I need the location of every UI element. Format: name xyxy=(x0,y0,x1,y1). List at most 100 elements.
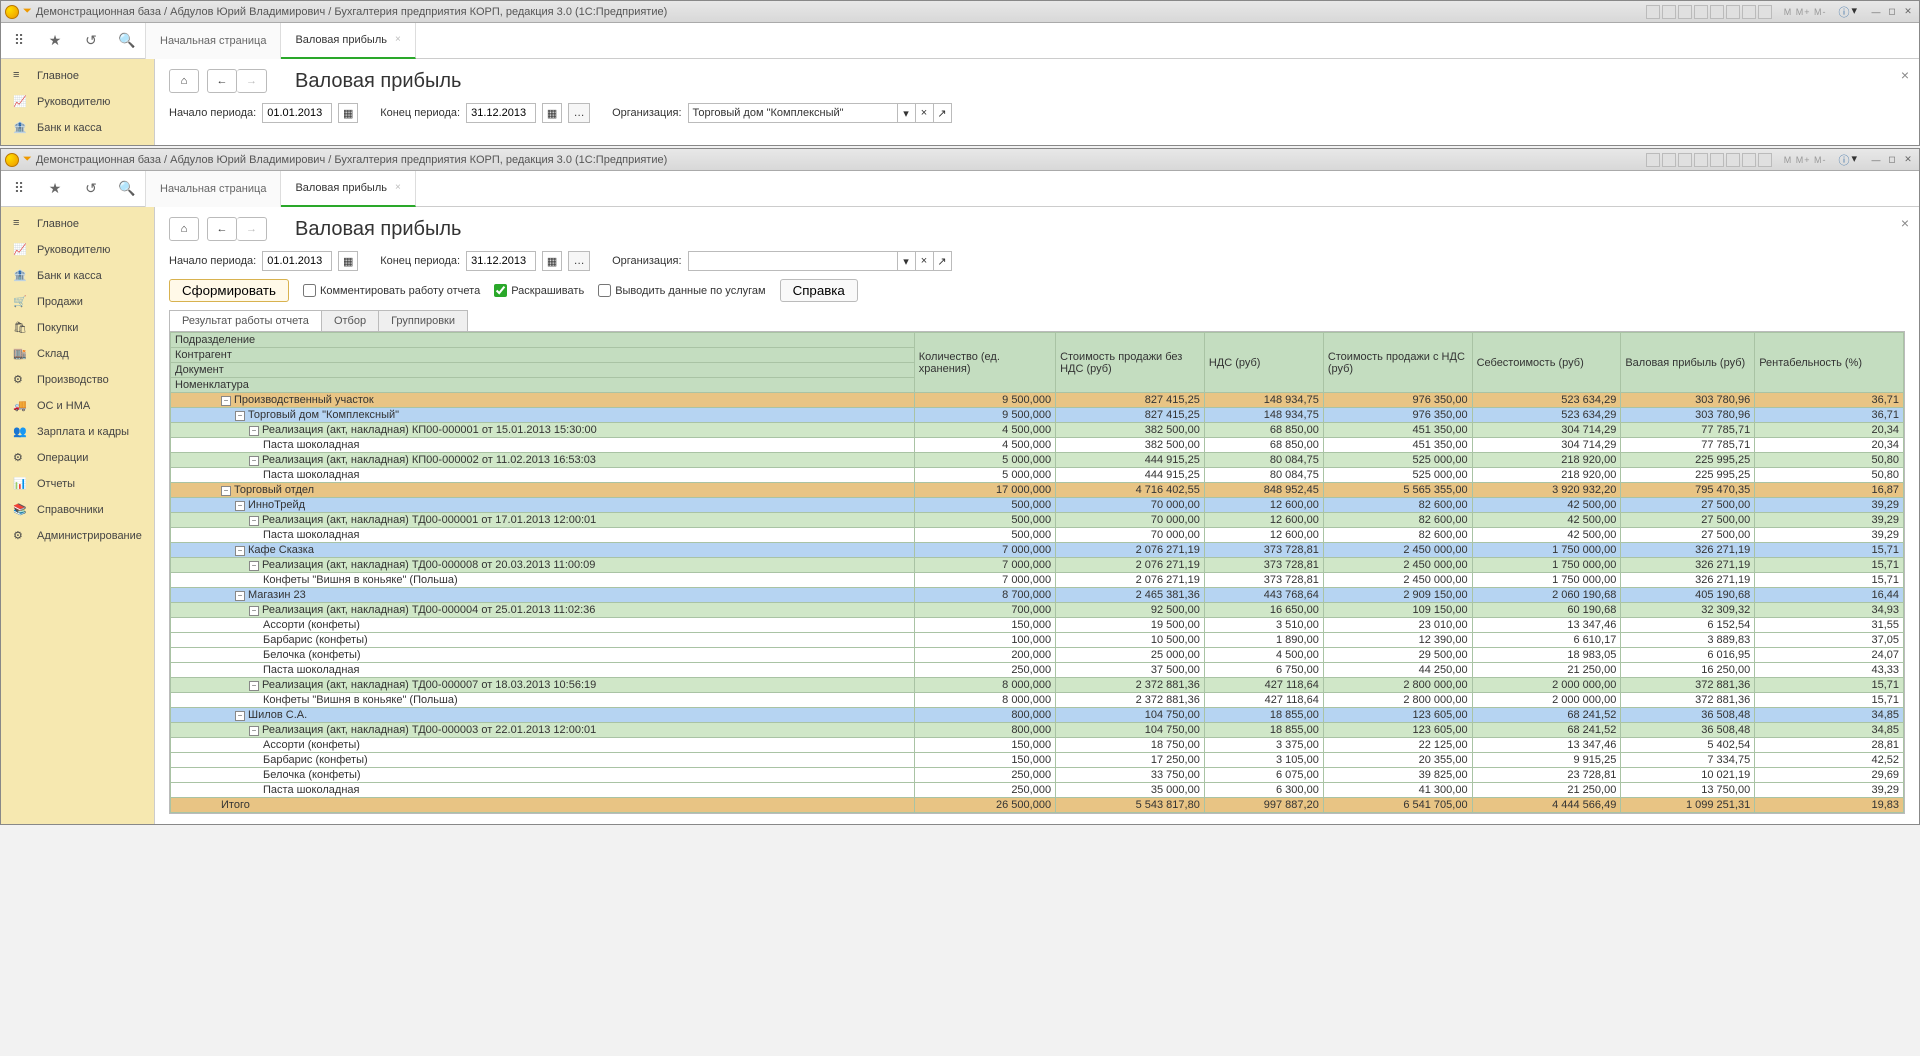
minimize-button[interactable]: — xyxy=(1869,5,1883,19)
toolbar-icon[interactable] xyxy=(1742,153,1756,167)
period-start-input[interactable] xyxy=(262,103,332,123)
table-row[interactable]: Белочка (конфеты)200,00025 000,004 500,0… xyxy=(171,648,1904,663)
table-row[interactable]: Барбарис (конфеты)100,00010 500,001 890,… xyxy=(171,633,1904,648)
period-picker-button[interactable]: … xyxy=(568,103,590,123)
forward-button[interactable]: → xyxy=(237,217,267,241)
period-end-input[interactable] xyxy=(466,103,536,123)
table-row[interactable]: −Реализация (акт, накладная) ТД00-000003… xyxy=(171,723,1904,738)
dropdown-icon[interactable]: ⏷ xyxy=(23,153,32,166)
dropdown-icon[interactable]: ⏷ xyxy=(23,5,32,18)
apps-icon[interactable]: ⠿ xyxy=(1,23,37,59)
tab-gross-profit[interactable]: Валовая прибыль× xyxy=(281,23,415,59)
tab-start[interactable]: Начальная страница xyxy=(146,23,281,59)
period-picker-button[interactable]: … xyxy=(568,251,590,271)
home-button[interactable]: ⌂ xyxy=(169,217,199,241)
sidebar-item[interactable]: 🚚ОС и НМА xyxy=(1,393,154,419)
collapse-icon[interactable]: − xyxy=(221,396,231,406)
collapse-icon[interactable]: − xyxy=(249,681,259,691)
table-row[interactable]: Паста шоколадная250,00037 500,006 750,00… xyxy=(171,663,1904,678)
collapse-icon[interactable]: − xyxy=(235,501,245,511)
toolbar-icon[interactable] xyxy=(1662,153,1676,167)
table-row[interactable]: −Реализация (акт, накладная) ТД00-000007… xyxy=(171,678,1904,693)
collapse-icon[interactable]: − xyxy=(235,411,245,421)
table-row[interactable]: Белочка (конфеты)250,00033 750,006 075,0… xyxy=(171,768,1904,783)
org-open-button[interactable]: ↗ xyxy=(934,103,952,123)
collapse-icon[interactable]: − xyxy=(235,591,245,601)
star-icon[interactable]: ★ xyxy=(37,171,73,207)
sidebar-item[interactable]: ≡Главное xyxy=(1,63,154,89)
sidebar-item[interactable]: 🛍Покупки xyxy=(1,315,154,341)
toolbar-icon[interactable] xyxy=(1710,153,1724,167)
toolbar-icon[interactable] xyxy=(1758,153,1772,167)
calendar-icon[interactable]: ▦ xyxy=(542,103,562,123)
collapse-icon[interactable]: − xyxy=(221,486,231,496)
toolbar-icon[interactable] xyxy=(1678,153,1692,167)
forward-button[interactable]: → xyxy=(237,69,267,93)
toolbar-icon[interactable] xyxy=(1726,5,1740,19)
content-close-icon[interactable]: × xyxy=(1901,67,1909,83)
tab-close-icon[interactable]: × xyxy=(395,182,401,193)
org-dropdown-icon[interactable]: ▾ xyxy=(898,251,916,271)
maximize-button[interactable]: ◻ xyxy=(1885,5,1899,19)
close-button[interactable]: ✕ xyxy=(1901,153,1915,167)
period-start-input[interactable] xyxy=(262,251,332,271)
table-row[interactable]: −Реализация (акт, накладная) ТД00-000004… xyxy=(171,603,1904,618)
collapse-icon[interactable]: − xyxy=(249,561,259,571)
tab-start[interactable]: Начальная страница xyxy=(146,171,281,207)
info-icon[interactable]: ⓘ xyxy=(1838,152,1849,168)
table-row[interactable]: −Торговый дом "Комплексный"9 500,000827 … xyxy=(171,408,1904,423)
apps-icon[interactable]: ⠿ xyxy=(1,171,37,207)
star-icon[interactable]: ★ xyxy=(37,23,73,59)
sidebar-item[interactable]: ⚙Операции xyxy=(1,445,154,471)
toolbar-icon[interactable] xyxy=(1694,153,1708,167)
collapse-icon[interactable]: − xyxy=(249,516,259,526)
table-row[interactable]: −Шилов С.А.800,000104 750,0018 855,00123… xyxy=(171,708,1904,723)
dropdown-caret-icon[interactable]: ▾ xyxy=(1851,4,1857,20)
table-row[interactable]: −Кафе Сказка7 000,0002 076 271,19373 728… xyxy=(171,543,1904,558)
sidebar-item[interactable]: 📊Отчеты xyxy=(1,471,154,497)
table-row[interactable]: −ИнноТрейд500,00070 000,0012 600,0082 60… xyxy=(171,498,1904,513)
calendar-icon[interactable]: ▦ xyxy=(338,251,358,271)
toolbar-icon[interactable] xyxy=(1742,5,1756,19)
tab-close-icon[interactable]: × xyxy=(395,34,401,45)
table-row[interactable]: Ассорти (конфеты)150,00018 750,003 375,0… xyxy=(171,738,1904,753)
calendar-icon[interactable]: ▦ xyxy=(338,103,358,123)
table-row[interactable]: Паста шоколадная4 500,000382 500,0068 85… xyxy=(171,438,1904,453)
sidebar-item[interactable]: 📈Руководителю xyxy=(1,237,154,263)
org-dropdown-icon[interactable]: ▾ xyxy=(898,103,916,123)
back-button[interactable]: ← xyxy=(207,217,237,241)
dropdown-caret-icon[interactable]: ▾ xyxy=(1851,152,1857,168)
org-select[interactable] xyxy=(688,251,898,271)
sidebar-item[interactable]: 👥Зарплата и кадры xyxy=(1,419,154,445)
sidebar-item[interactable]: 🏦Банк и касса xyxy=(1,115,154,141)
maximize-button[interactable]: ◻ xyxy=(1885,153,1899,167)
toolbar-icon[interactable] xyxy=(1710,5,1724,19)
period-end-input[interactable] xyxy=(466,251,536,271)
calendar-icon[interactable]: ▦ xyxy=(542,251,562,271)
table-row[interactable]: Ассорти (конфеты)150,00019 500,003 510,0… xyxy=(171,618,1904,633)
comment-checkbox[interactable]: Комментировать работу отчета xyxy=(303,284,480,297)
toolbar-icon[interactable] xyxy=(1662,5,1676,19)
table-row[interactable]: −Производственный участок9 500,000827 41… xyxy=(171,393,1904,408)
tab-gross-profit[interactable]: Валовая прибыль× xyxy=(281,171,415,207)
subtab[interactable]: Результат работы отчета xyxy=(169,310,322,331)
org-select[interactable]: Торговый дом "Комплексный" xyxy=(688,103,898,123)
history-icon[interactable]: ↺ xyxy=(73,23,109,59)
back-button[interactable]: ← xyxy=(207,69,237,93)
collapse-icon[interactable]: − xyxy=(249,606,259,616)
table-row[interactable]: Паста шоколадная5 000,000444 915,2580 08… xyxy=(171,468,1904,483)
search-icon[interactable]: 🔍 xyxy=(109,171,145,207)
sidebar-item[interactable]: 📈Руководителю xyxy=(1,89,154,115)
toolbar-icon[interactable] xyxy=(1758,5,1772,19)
info-icon[interactable]: ⓘ xyxy=(1838,4,1849,20)
org-clear-button[interactable]: × xyxy=(916,251,934,271)
sidebar-item[interactable]: ⚙Администрирование xyxy=(1,523,154,549)
org-clear-button[interactable]: × xyxy=(916,103,934,123)
collapse-icon[interactable]: − xyxy=(235,711,245,721)
toolbar-icon[interactable] xyxy=(1646,153,1660,167)
subtab[interactable]: Отбор xyxy=(321,310,379,331)
table-row[interactable]: Паста шоколадная250,00035 000,006 300,00… xyxy=(171,783,1904,798)
collapse-icon[interactable]: − xyxy=(249,456,259,466)
table-row[interactable]: −Реализация (акт, накладная) ТД00-000008… xyxy=(171,558,1904,573)
run-report-button[interactable]: Сформировать xyxy=(169,279,289,302)
